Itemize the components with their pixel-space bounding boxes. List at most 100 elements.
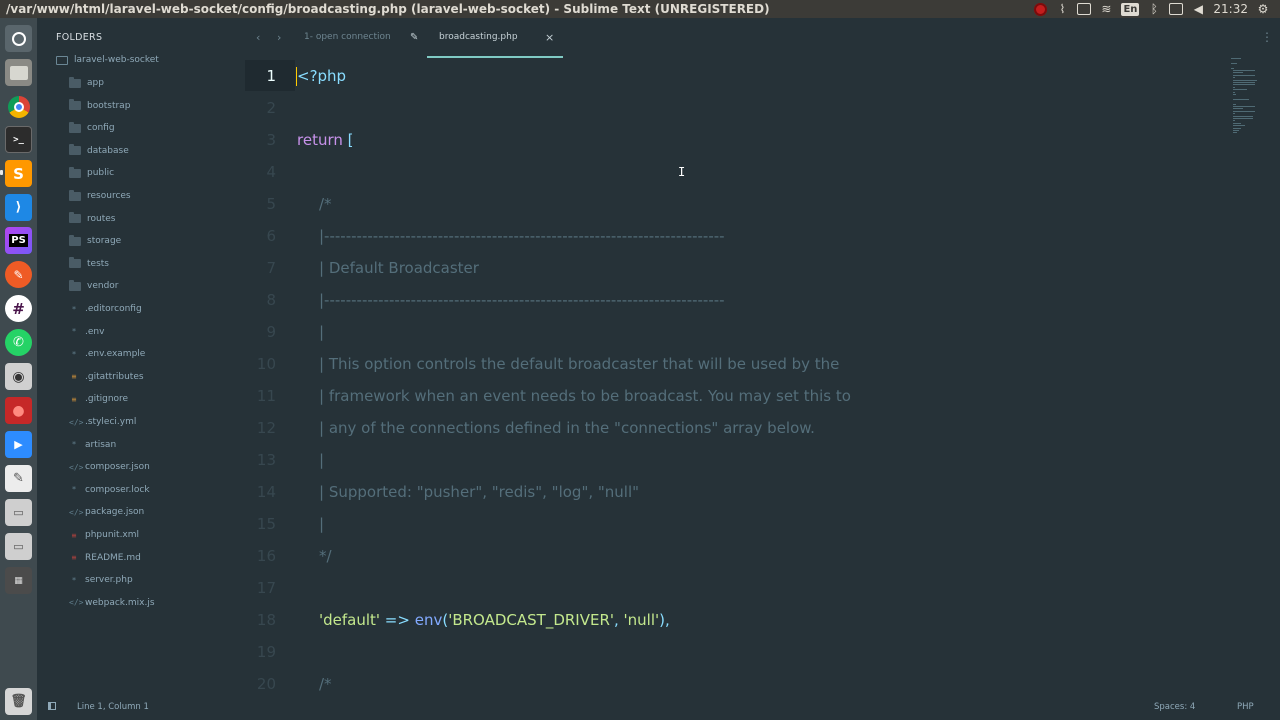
sidebar-item-database[interactable]: database <box>69 144 129 156</box>
code-token: |---------------------------------------… <box>319 227 725 245</box>
code-text: | <box>319 508 324 540</box>
sidebar-item-public[interactable]: public <box>69 166 114 178</box>
file-icon: * <box>71 575 77 585</box>
sidebar-item-file[interactable]: </> composer.json <box>69 462 150 472</box>
sidebar-item-label: bootstrap <box>87 100 131 111</box>
phpstorm-icon[interactable]: PS <box>5 227 32 254</box>
code-token: ), <box>659 611 670 629</box>
sidebar-toggle-icon[interactable] <box>48 702 56 710</box>
code-token: | <box>319 323 325 341</box>
sidebar-item-file[interactable]: </> package.json <box>69 507 144 517</box>
folder-icon <box>69 189 81 201</box>
sidebar-item-bootstrap[interactable]: bootstrap <box>69 99 131 111</box>
sidebar-item-tests[interactable]: tests <box>69 257 109 269</box>
more-options-icon[interactable]: ⋮ <box>1261 30 1273 44</box>
sublime-text-icon[interactable]: S <box>5 160 32 187</box>
screenshot-icon[interactable]: ◉ <box>5 363 32 390</box>
workspace-icon[interactable]: ▦ <box>5 567 32 594</box>
slack-icon[interactable]: # <box>5 295 32 322</box>
system-tray: ⌇ ≋ En ᛒ ◀ 21:32 ⚙ <box>1033 0 1280 18</box>
sidebar-item-label: artisan <box>85 439 117 450</box>
line-number: 8 <box>266 291 276 309</box>
code-token: return <box>297 131 348 149</box>
sidebar-item-label: database <box>87 145 129 156</box>
sidebar-item-file[interactable]: * artisan <box>69 439 117 450</box>
line-number: 13 <box>256 451 276 469</box>
code-token: env <box>414 611 443 629</box>
sidebar-item-app[interactable]: app <box>69 76 104 88</box>
syntax-selector[interactable]: PHP <box>1237 702 1254 712</box>
sidebar-item-config[interactable]: config <box>69 121 115 133</box>
tab-broadcasting-php[interactable]: broadcasting.php <box>439 32 518 42</box>
code-text: | framework when an event needs to be br… <box>319 380 851 412</box>
sidebar-item-file[interactable]: * .env <box>69 326 105 337</box>
sidebar-item-file[interactable]: ≡ phpunit.xml <box>69 530 139 540</box>
sidebar-item-file[interactable]: </> .styleci.yml <box>69 417 136 427</box>
sidebar-item-routes[interactable]: routes <box>69 212 115 224</box>
minimap[interactable] <box>1230 58 1270 138</box>
folder-icon <box>69 144 81 156</box>
folder-icon <box>69 99 81 111</box>
sidebar-root-folder[interactable]: laravel-web-socket <box>56 55 159 65</box>
clipboard-icon[interactable] <box>1077 2 1092 16</box>
code-line: 1 <?php <box>245 60 1230 92</box>
whatsapp-icon[interactable]: ✆ <box>5 329 32 356</box>
close-icon[interactable]: × <box>545 31 554 44</box>
chevron-right-icon[interactable]: › <box>277 31 281 44</box>
status-bar: Line 1, Column 1 Spaces: 4 PHP <box>37 693 1280 720</box>
zoom-icon[interactable]: ▶ <box>5 431 32 458</box>
drive-icon[interactable]: ▭ <box>5 499 32 526</box>
sidebar-item-file[interactable]: ≡ .gitignore <box>69 394 129 404</box>
clock[interactable]: 21:32 <box>1213 0 1248 18</box>
folder-icon <box>69 234 81 246</box>
code-line: 15 | <box>245 508 1230 540</box>
keyboard-layout-indicator[interactable]: En <box>1121 2 1140 16</box>
sidebar-item-file[interactable]: * server.php <box>69 575 133 585</box>
wifi-icon[interactable]: ≋ <box>1099 2 1113 16</box>
chrome-icon[interactable] <box>5 93 32 120</box>
code-line: 20 /* <box>245 668 1230 693</box>
code-line: 7 | Default Broadcaster <box>245 252 1230 284</box>
sidebar-item-file[interactable]: * .env.example <box>69 349 146 359</box>
terminal-icon[interactable]: >_ <box>5 126 32 153</box>
trash-icon[interactable]: 🗑 <box>5 688 32 715</box>
bluetooth-icon[interactable]: ᛒ <box>1147 2 1161 16</box>
chevron-left-icon[interactable]: ‹ <box>256 31 260 44</box>
sidebar-item-resources[interactable]: resources <box>69 189 131 201</box>
drive-icon-2[interactable]: ▭ <box>5 533 32 560</box>
paperclip-icon[interactable]: ⌇ <box>1055 2 1069 16</box>
sidebar-item-file[interactable]: ≡ README.md <box>69 553 141 563</box>
sidebar-item-vendor[interactable]: vendor <box>69 279 119 291</box>
files-icon[interactable] <box>5 59 32 86</box>
battery-icon[interactable] <box>1169 2 1184 16</box>
sidebar-item-label: webpack.mix.js <box>85 597 155 608</box>
file-icon: ≡ <box>71 530 77 540</box>
text-editor-icon[interactable]: ✎ <box>5 465 32 492</box>
vscode-icon[interactable]: ⟩ <box>5 194 32 221</box>
code-text: <?php <box>297 60 346 92</box>
ubuntu-dash-icon[interactable] <box>5 25 32 52</box>
postman-icon[interactable]: ✎ <box>5 261 32 288</box>
record-icon[interactable]: ● <box>5 397 32 424</box>
sidebar-item-storage[interactable]: storage <box>69 234 121 246</box>
tab-open-connection[interactable]: 1- open connection <box>304 32 391 42</box>
sidebar-item-file[interactable]: ≡ .gitattributes <box>69 372 144 382</box>
indentation-setting[interactable]: Spaces: 4 <box>1154 702 1195 712</box>
line-number: 3 <box>266 131 276 149</box>
sidebar-item-file[interactable]: * .editorconfig <box>69 304 142 314</box>
line-number: 16 <box>256 547 276 565</box>
code-line: 5 /* <box>245 188 1230 220</box>
sidebar-item-label: composer.lock <box>85 484 150 495</box>
power-icon[interactable]: ⚙ <box>1256 2 1270 16</box>
sidebar-item-file[interactable]: </> webpack.mix.js <box>69 598 155 608</box>
sidebar-item-label: .env <box>85 326 105 337</box>
recorder-icon[interactable] <box>1033 2 1047 16</box>
minimap-line <box>1233 91 1235 93</box>
minimap-line <box>1233 110 1255 112</box>
code-line: 19 <box>245 636 1230 668</box>
volume-icon[interactable]: ◀ <box>1191 2 1205 16</box>
minimap-line <box>1233 77 1235 79</box>
sidebar-item-file[interactable]: * composer.lock <box>69 485 150 495</box>
code-editor[interactable]: 1 <?php 2 3 return [4 5/* 6 |------------------… <box>245 60 1230 693</box>
line-number: 19 <box>256 643 276 661</box>
